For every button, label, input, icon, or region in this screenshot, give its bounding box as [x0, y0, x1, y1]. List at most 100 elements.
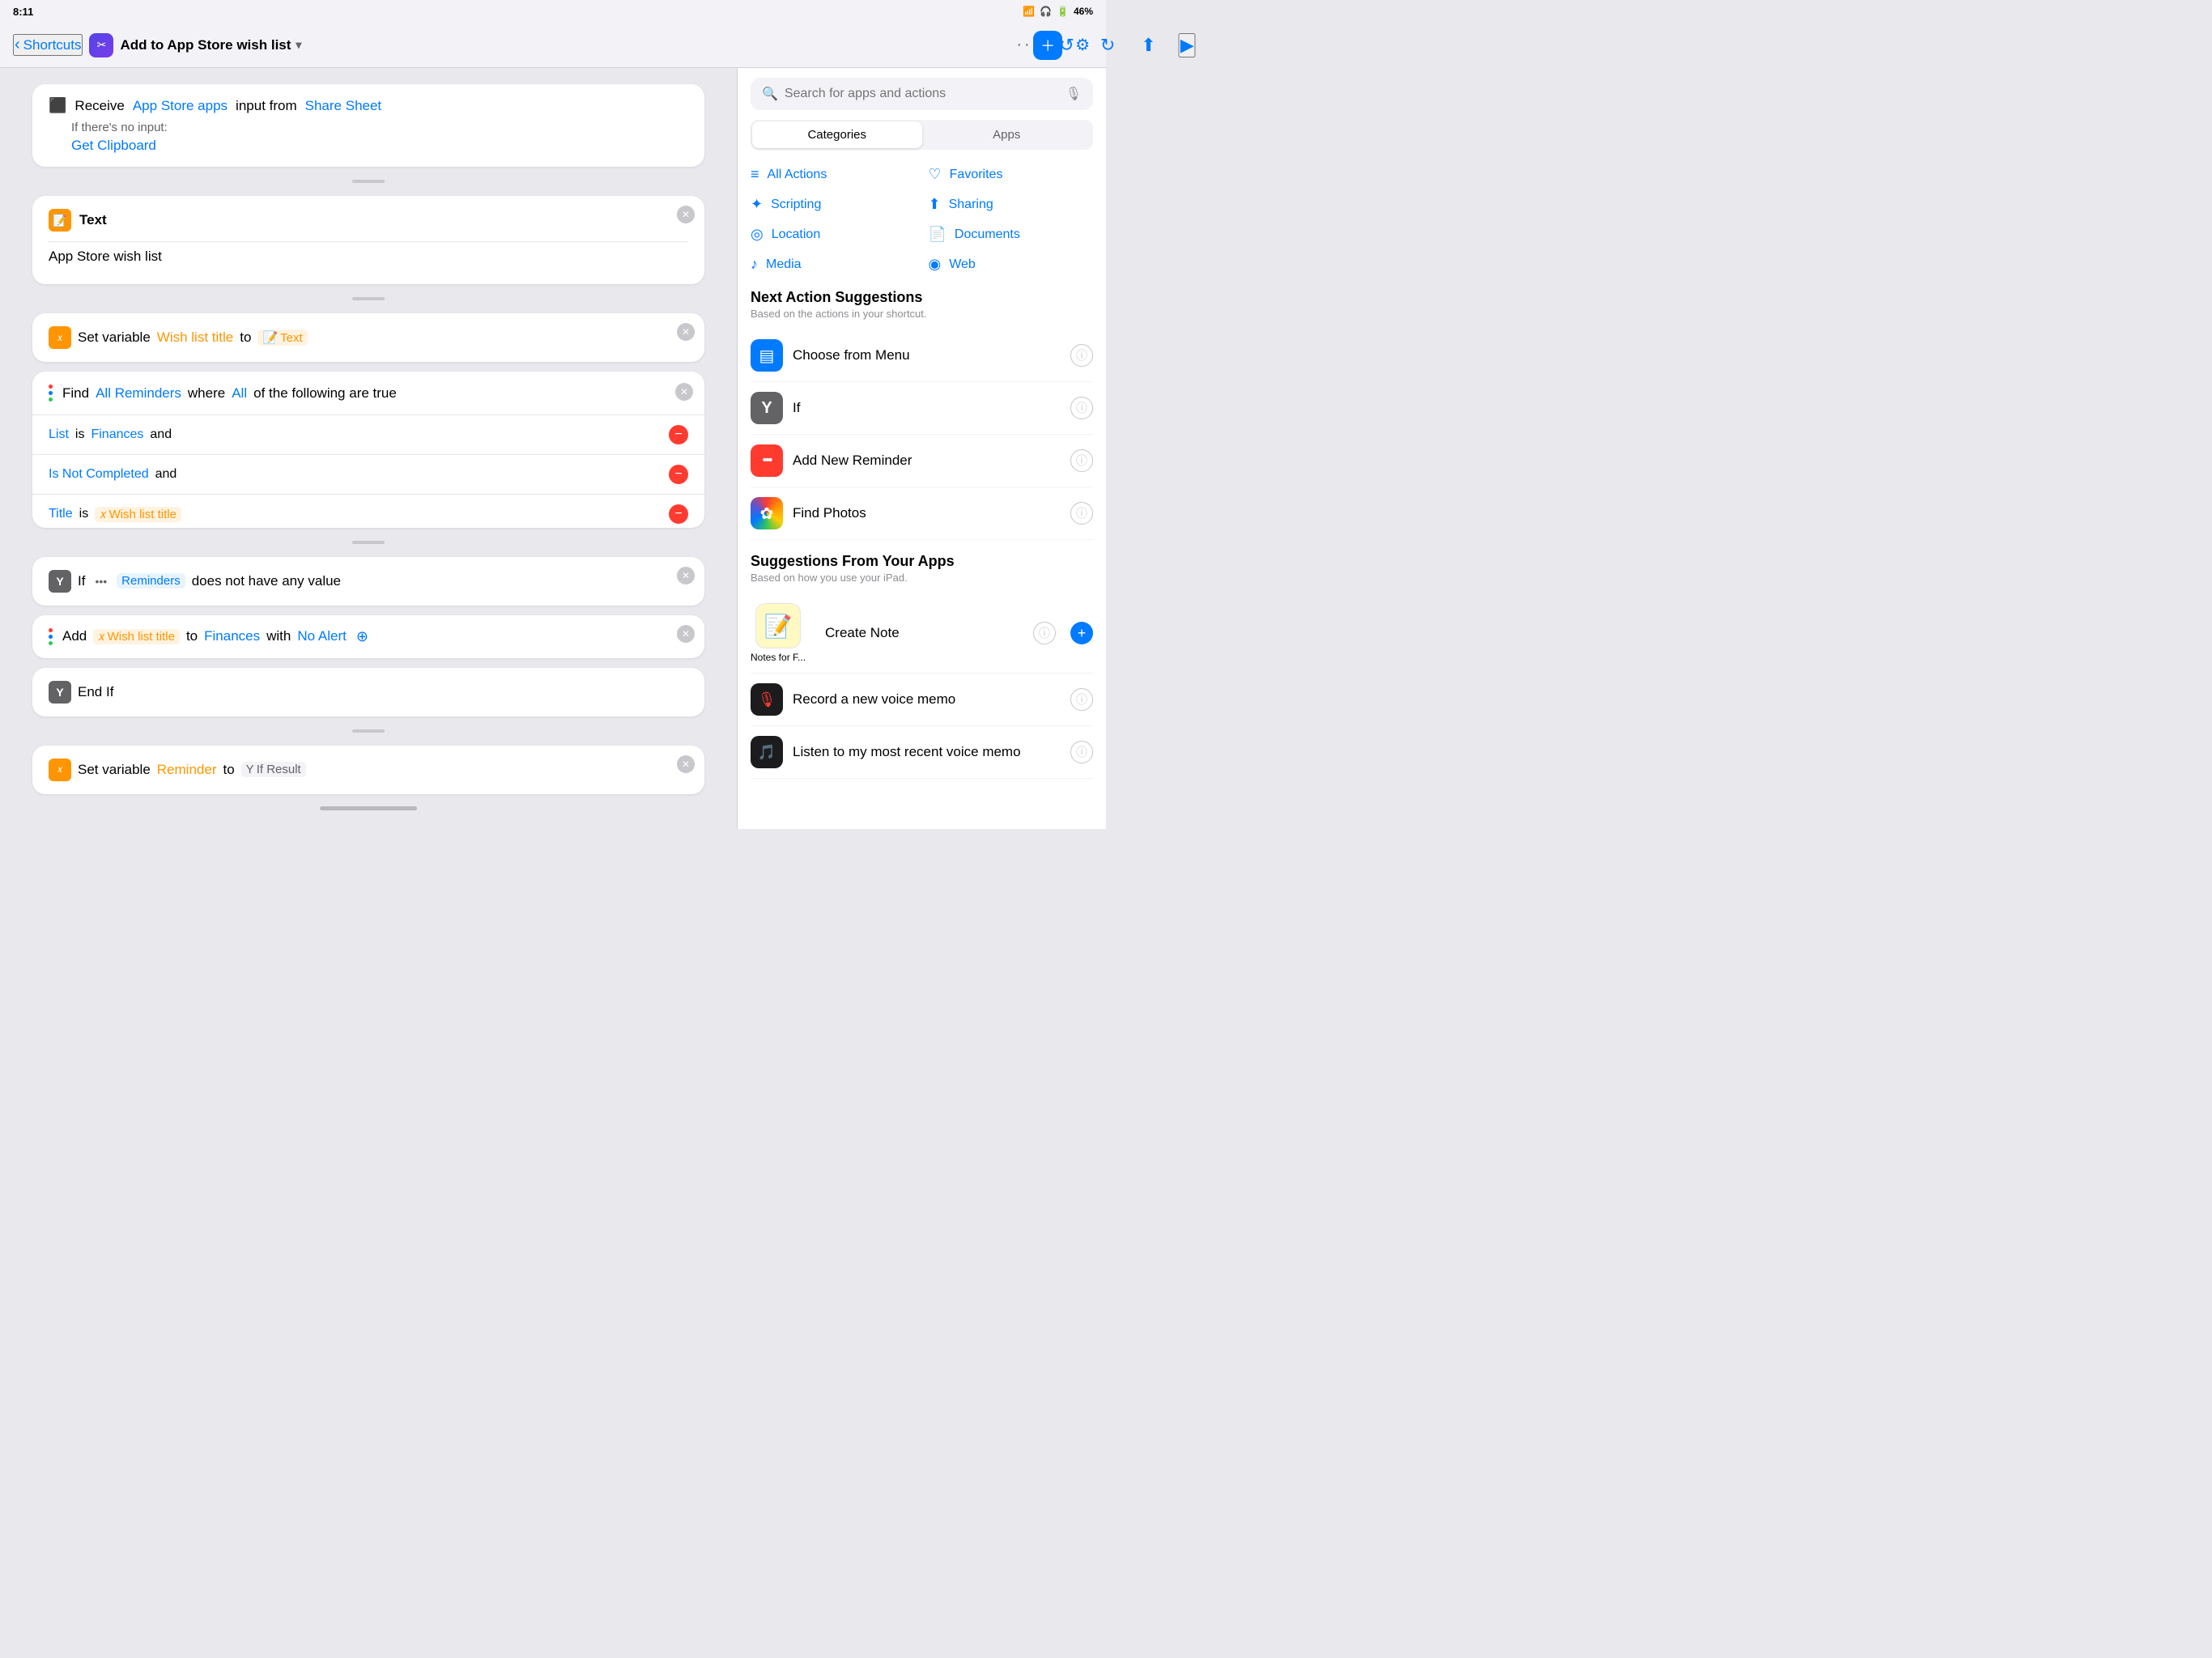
listen-voice-memo-info[interactable]: ⓘ	[1070, 741, 1093, 763]
undo-button[interactable]: ↺	[1056, 32, 1077, 59]
add-var-label: Wish list title	[108, 630, 175, 644]
create-note-info[interactable]: ⓘ	[1033, 622, 1056, 644]
suggestion-add-reminder[interactable]: ••• Add New Reminder ⓘ	[751, 435, 1093, 487]
category-scripting[interactable]: ✦ Scripting	[751, 193, 916, 216]
suggestions-from-apps-header: Suggestions From Your Apps Based on how …	[751, 553, 1093, 584]
add-var-icon: 𝑥	[98, 630, 104, 644]
if-suggestion-info[interactable]: ⓘ	[1070, 397, 1093, 419]
wifi-icon: 📶	[1023, 6, 1035, 17]
text-card-close[interactable]: ✕	[677, 206, 695, 223]
share-button[interactable]: ⬆	[1138, 32, 1159, 59]
create-note-label: Create Note	[825, 625, 1023, 641]
notes-app-item: 📝 Notes for F...	[751, 603, 806, 663]
receive-icon: ⬛	[49, 97, 66, 114]
if-card: ✕ Y If ••• Reminders does not have any v…	[32, 557, 704, 606]
web-icon: ◉	[929, 256, 942, 273]
add-reminder-card: ✕ Add 𝑥 Wish list title to Finances with…	[32, 615, 704, 658]
suggestion-create-note[interactable]: 📝 Notes for F... Create Note ⓘ +	[751, 593, 1093, 674]
to-label-1: to	[240, 329, 251, 346]
category-all-actions[interactable]: ≡ All Actions	[751, 163, 916, 186]
tab-categories[interactable]: Categories	[752, 121, 922, 148]
category-documents[interactable]: 📄 Documents	[929, 223, 1094, 246]
all-reminders-link[interactable]: All Reminders	[96, 385, 181, 402]
nav-center-controls: ··· ↺ ↻ ⬆ ▶	[1016, 32, 1195, 59]
filter2-remove[interactable]: −	[669, 465, 688, 484]
wish-list-title-link[interactable]: Wish list title	[157, 329, 233, 346]
drag-handle-4	[32, 726, 704, 736]
suggestion-listen-voice-memo[interactable]: 🎵 Listen to my most recent voice memo ⓘ	[751, 726, 1093, 779]
if-condition: does not have any value	[192, 573, 341, 589]
suggestion-voice-memo[interactable]: 🎙 Record a new voice memo ⓘ	[751, 674, 1093, 726]
suggestion-if[interactable]: Y If ⓘ	[751, 382, 1093, 435]
find-card-close[interactable]: ✕	[675, 383, 693, 401]
filter2-field[interactable]: Is Not Completed	[49, 467, 149, 482]
suggestions-section: Next Action Suggestions Based on the act…	[738, 289, 1106, 829]
find-label: Find	[62, 385, 89, 402]
title-dropdown-icon: ▾	[296, 38, 301, 52]
suggestion-find-photos[interactable]: ✿ Find Photos ⓘ	[751, 487, 1093, 540]
text-var-badge[interactable]: 📝 Text	[257, 329, 307, 346]
find-photos-info[interactable]: ⓘ	[1070, 502, 1093, 525]
filter3-remove[interactable]: −	[669, 504, 688, 524]
category-location[interactable]: ◎ Location	[751, 223, 916, 246]
if-result-badge[interactable]: Y If Result	[241, 762, 306, 777]
tab-categories-label: Categories	[807, 128, 866, 142]
filter-row-3: Title is 𝑥 Wish list title −	[32, 494, 704, 528]
sharing-label: Sharing	[949, 198, 993, 212]
add-list-link[interactable]: Finances	[204, 628, 260, 644]
share-sheet-link[interactable]: Share Sheet	[305, 98, 382, 114]
add-card-close[interactable]: ✕	[677, 625, 695, 643]
add-var-badge[interactable]: 𝑥 Wish list title	[93, 629, 180, 644]
if-dots-icon: •••	[95, 575, 107, 588]
filter-row-1: List is Finances and −	[32, 414, 704, 454]
search-input[interactable]	[785, 87, 1059, 101]
filter1-remove[interactable]: −	[669, 425, 688, 444]
tab-apps[interactable]: Apps	[922, 121, 1092, 148]
filter1-field[interactable]: List	[49, 427, 69, 442]
set-var-close[interactable]: ✕	[677, 323, 695, 341]
voice-memo-info[interactable]: ⓘ	[1070, 688, 1093, 711]
if-variable-badge[interactable]: Reminders	[117, 573, 185, 589]
find-dots-icon	[49, 385, 53, 402]
set-var2-icon: 𝑥	[49, 759, 71, 781]
app-store-apps-link[interactable]: App Store apps	[133, 98, 228, 114]
microphone-icon[interactable]: 🎙	[1066, 86, 1082, 102]
category-sharing[interactable]: ⬆ Sharing	[929, 193, 1094, 216]
create-note-add[interactable]: +	[1070, 622, 1093, 644]
text-card-content[interactable]: App Store wish list	[49, 241, 688, 271]
reminder-var-link[interactable]: Reminder	[157, 762, 217, 778]
run-button[interactable]: ▶	[1179, 33, 1196, 57]
if-card-close[interactable]: ✕	[677, 567, 695, 585]
back-button[interactable]: ‹ Shortcuts	[13, 34, 83, 56]
all-link[interactable]: All	[232, 385, 247, 402]
get-clipboard-link[interactable]: Get Clipboard	[71, 138, 688, 154]
end-if-card: Y End If	[32, 668, 704, 716]
search-bar[interactable]: 🔍 🎙	[751, 78, 1093, 110]
text-card: ✕ 📝 Text App Store wish list	[32, 196, 704, 284]
category-web[interactable]: ◉ Web	[929, 253, 1094, 276]
choose-from-menu-info[interactable]: ⓘ	[1070, 344, 1093, 367]
filter3-value-badge[interactable]: 𝑥 Wish list title	[95, 507, 181, 522]
add-reminder-info[interactable]: ⓘ	[1070, 449, 1093, 472]
shortcut-title[interactable]: Add to App Store wish list ▾	[120, 37, 301, 53]
category-media[interactable]: ♪ Media	[751, 253, 916, 276]
suggestion-choose-from-menu[interactable]: ▤ Choose from Menu ⓘ	[751, 329, 1093, 382]
input-from-label: input from	[236, 98, 297, 114]
add-circle-chevron-icon[interactable]: ⊕	[356, 628, 368, 645]
filter3-field[interactable]: Title	[49, 507, 73, 521]
filter1-value[interactable]: Finances	[91, 427, 143, 442]
add-dots-icon	[49, 628, 53, 645]
chevron-left-icon: ‹	[15, 36, 20, 54]
set-var2-close[interactable]: ✕	[677, 755, 695, 773]
web-label: Web	[949, 257, 976, 272]
redo-button[interactable]: ↻	[1097, 32, 1118, 59]
add-alert-link[interactable]: No Alert	[297, 628, 346, 644]
category-favorites[interactable]: ♡ Favorites	[929, 163, 1094, 186]
more-icon[interactable]: ···	[1016, 36, 1040, 54]
main-content: ⬛ Receive App Store apps input from Shar…	[0, 68, 1106, 829]
listen-voice-memo-icon: 🎵	[751, 736, 783, 768]
all-actions-icon: ≡	[751, 166, 759, 183]
if-suggestion-label: If	[793, 400, 1061, 416]
if-result-icon: Y	[246, 763, 254, 776]
find-reminders-card: Find All Reminders where All of the foll…	[32, 372, 704, 528]
